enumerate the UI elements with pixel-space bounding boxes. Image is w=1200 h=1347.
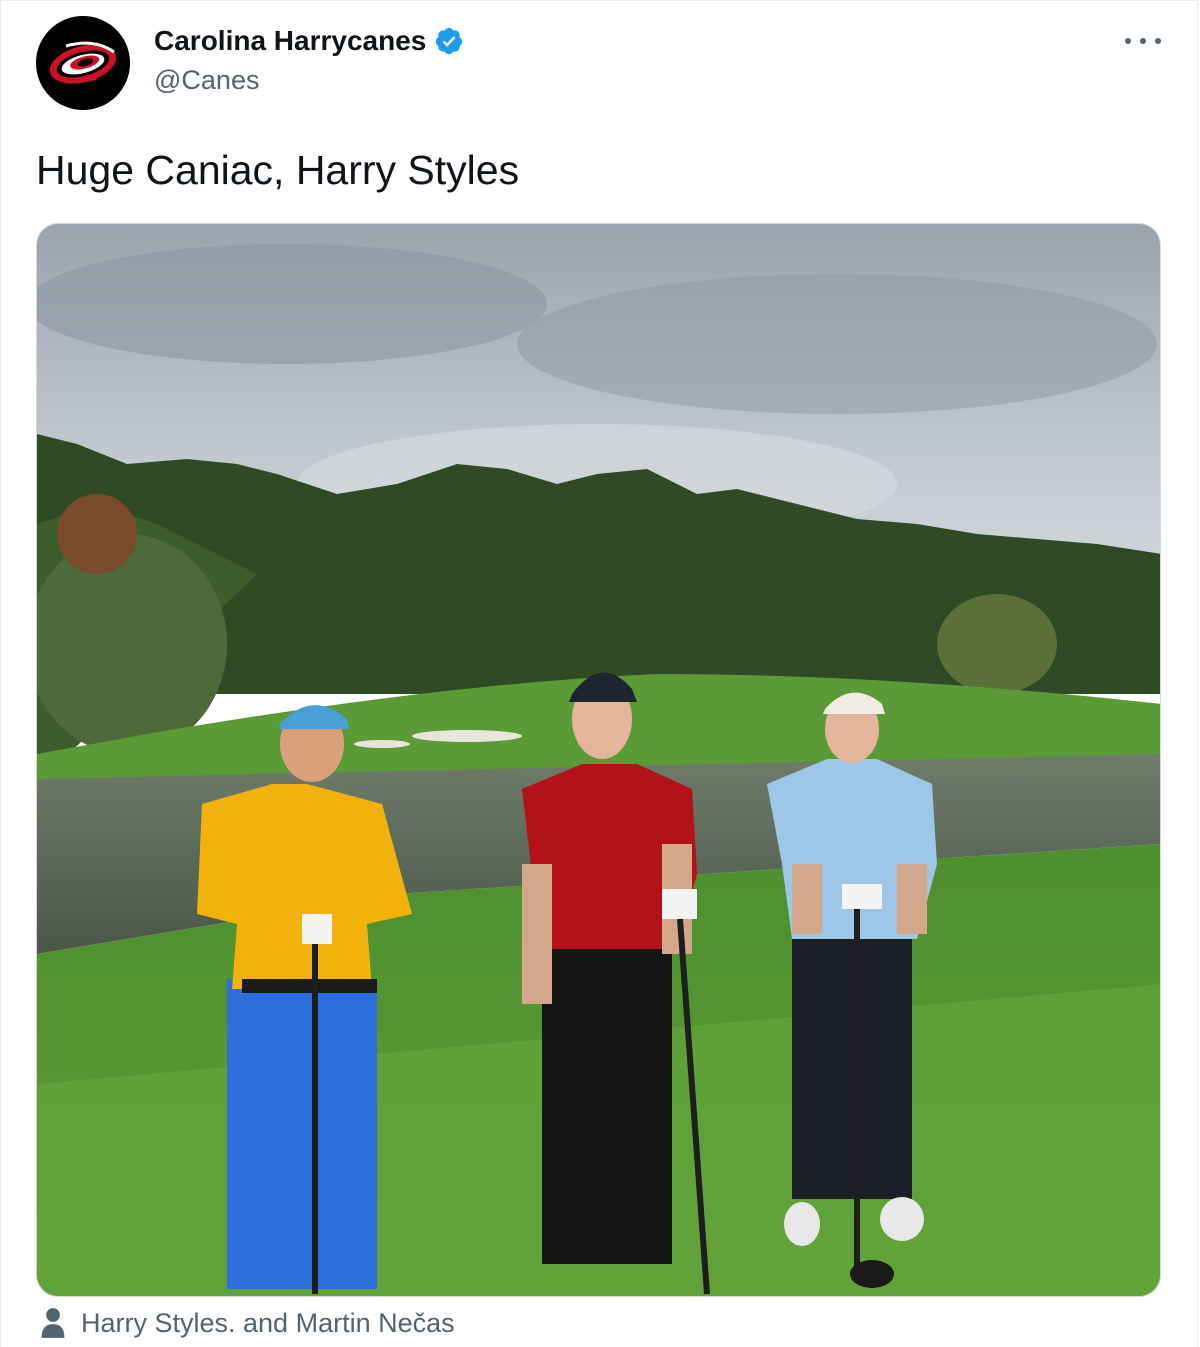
golf-course-photo (37, 224, 1160, 1296)
tagged-people-text[interactable]: Harry Styles. and Martin Nečas (81, 1308, 455, 1339)
hurricanes-logo-icon (36, 16, 130, 110)
verified-badge-icon (436, 27, 463, 55)
more-options-icon[interactable] (1125, 27, 1161, 55)
tweet-photo[interactable] (36, 223, 1161, 1297)
tweet-card: Carolina Harrycanes @Canes Huge Caniac, … (0, 0, 1198, 1347)
avatar[interactable] (36, 16, 130, 110)
tweet-text: Huge Caniac, Harry Styles (36, 147, 520, 193)
user-handle[interactable]: @Canes (154, 65, 259, 96)
tagged-people-row[interactable]: Harry Styles. and Martin Nečas (39, 1307, 455, 1339)
name-row: Carolina Harrycanes (154, 25, 464, 57)
display-name[interactable]: Carolina Harrycanes (154, 25, 426, 57)
person-tag-icon (41, 1308, 65, 1338)
golfer-right (767, 692, 937, 1288)
